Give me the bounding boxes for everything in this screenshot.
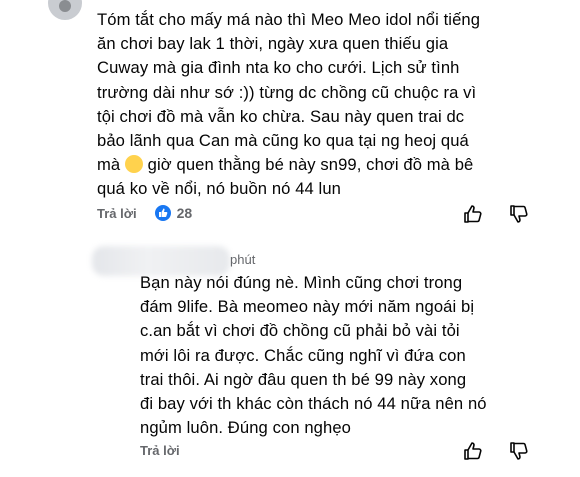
reply-actions: Trả lời [140,443,180,458]
like-count-value: 28 [176,205,193,221]
thumb-up-icon[interactable] [462,203,484,225]
slight-smile-emoji [124,155,143,174]
avatar[interactable] [48,0,82,20]
thumb-up-icon[interactable] [462,440,484,462]
reply-button[interactable]: Trả lời [97,206,137,221]
reply-text: Bạn này nói đúng nè. Mình cũng chơi tron… [140,273,487,438]
like-count[interactable]: 28 [154,205,193,221]
comment-actions: Trả lời 28 [97,205,192,221]
reply-button[interactable]: Trả lời [140,443,180,458]
reply-timestamp: phút [230,252,256,267]
comment-text: Tóm tắt cho mấy má nào thì Meo Meo idol … [97,10,481,199]
like-icon [154,205,171,221]
thumb-down-icon[interactable] [508,203,530,225]
thumb-down-icon[interactable] [508,440,530,462]
